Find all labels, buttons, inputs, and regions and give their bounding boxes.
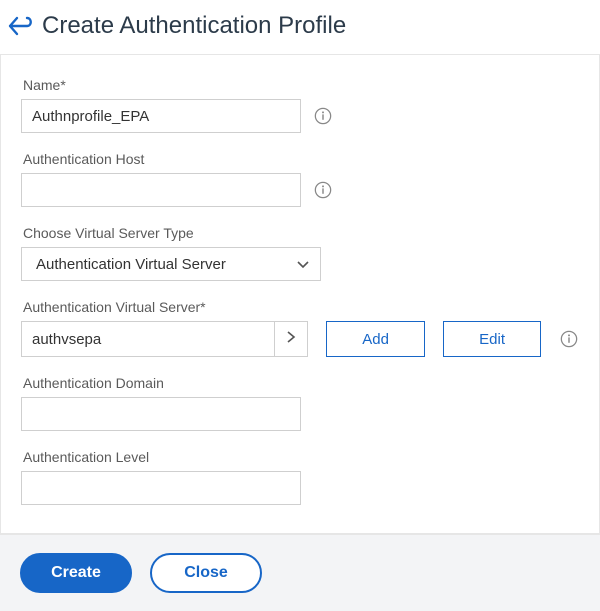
form-panel: Name* Authentication Host Choose Virtual… bbox=[0, 54, 600, 534]
auth-domain-input[interactable] bbox=[21, 397, 301, 431]
close-button-label: Close bbox=[184, 564, 228, 582]
edit-button-label: Edit bbox=[479, 331, 505, 348]
avs-input-group bbox=[21, 321, 308, 357]
field-avs: Authentication Virtual Server* Add Edit bbox=[1, 281, 599, 357]
name-input[interactable] bbox=[21, 99, 301, 133]
create-button-label: Create bbox=[51, 564, 101, 582]
info-icon[interactable] bbox=[313, 106, 333, 126]
chevron-down-icon bbox=[296, 257, 310, 271]
field-name: Name* bbox=[1, 59, 599, 133]
back-arrow-icon[interactable] bbox=[8, 15, 32, 37]
close-button[interactable]: Close bbox=[150, 553, 262, 593]
create-button[interactable]: Create bbox=[20, 553, 132, 593]
field-auth-level: Authentication Level bbox=[1, 431, 599, 505]
chevron-right-icon bbox=[285, 330, 297, 349]
auth-host-label: Authentication Host bbox=[23, 151, 579, 167]
avs-label: Authentication Virtual Server* bbox=[23, 299, 579, 315]
auth-host-input[interactable] bbox=[21, 173, 301, 207]
name-label: Name* bbox=[23, 77, 579, 93]
field-auth-domain: Authentication Domain bbox=[1, 357, 599, 431]
info-icon[interactable] bbox=[313, 180, 333, 200]
avs-input[interactable] bbox=[21, 321, 274, 357]
edit-button[interactable]: Edit bbox=[443, 321, 541, 357]
vstype-select[interactable]: Authentication Virtual Server bbox=[21, 247, 321, 281]
page-header: Create Authentication Profile bbox=[0, 0, 600, 54]
field-vstype: Choose Virtual Server Type Authenticatio… bbox=[1, 207, 599, 281]
avs-browse-button[interactable] bbox=[274, 321, 308, 357]
footer-bar: Create Close bbox=[0, 534, 600, 611]
add-button[interactable]: Add bbox=[326, 321, 424, 357]
vstype-value: Authentication Virtual Server bbox=[36, 256, 226, 273]
vstype-label: Choose Virtual Server Type bbox=[23, 225, 579, 241]
auth-domain-label: Authentication Domain bbox=[23, 375, 579, 391]
auth-level-input[interactable] bbox=[21, 471, 301, 505]
field-auth-host: Authentication Host bbox=[1, 133, 599, 207]
auth-level-label: Authentication Level bbox=[23, 449, 579, 465]
page-title: Create Authentication Profile bbox=[42, 12, 346, 40]
info-icon[interactable] bbox=[559, 329, 579, 349]
add-button-label: Add bbox=[362, 331, 389, 348]
